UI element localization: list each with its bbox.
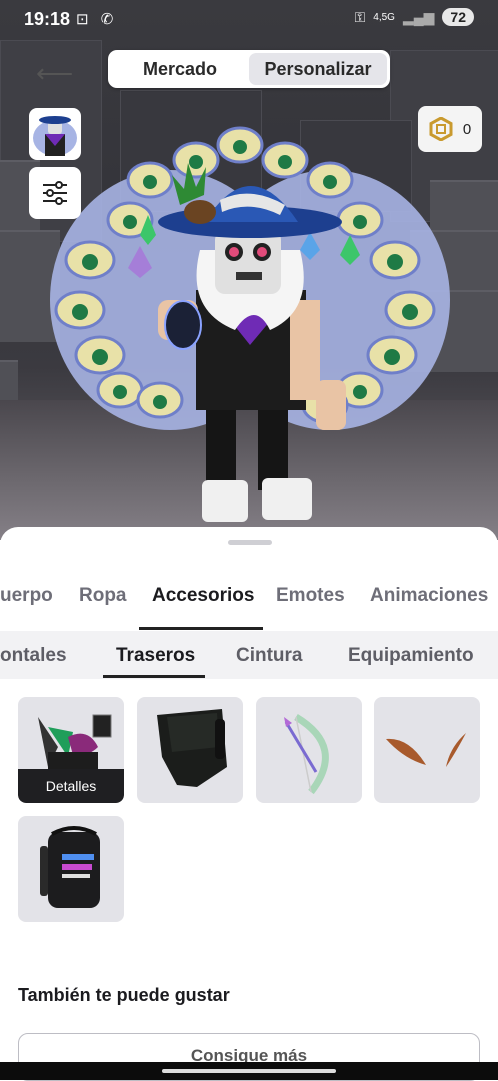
active-tab-indicator [139, 627, 263, 630]
market-customize-toggle[interactable]: Mercado Personalizar [108, 50, 390, 88]
robux-icon [429, 117, 453, 141]
robux-balance-button[interactable]: 0 [418, 106, 482, 152]
avatar-thumbnail-button[interactable] [29, 108, 81, 160]
recommend-title: También te puede gustar [18, 985, 230, 1005]
tab-accessories[interactable]: Accesorios [152, 585, 254, 607]
subtab-gear[interactable]: Equipamiento [348, 645, 474, 667]
bow-icon [284, 713, 329, 795]
battery-indicator: 72 [442, 8, 474, 26]
signal-icon: ▂▄▆ [402, 8, 435, 25]
subtab-front[interactable]: ontales [0, 645, 67, 667]
sheet-grabber[interactable] [228, 540, 272, 545]
tab-customize[interactable]: Personalizar [249, 53, 387, 85]
robux-balance: 0 [462, 120, 472, 138]
back-arrow-icon[interactable]: ⟵ [36, 58, 73, 89]
category-tabs: uerpo Ropa Accesorios Emotes Animaciones [0, 581, 498, 631]
subtab-waist[interactable]: Cintura [236, 645, 303, 667]
sliders-icon [43, 181, 67, 205]
accessory-item[interactable] [137, 697, 243, 803]
avatar-scene[interactable]: 19:18 ⊡ ✆ ⚿ 4,5G ▂▄▆ 72 ⟵ Mercado Person… [0, 0, 498, 540]
status-bar: 19:18 ⊡ ✆ ⚿ 4,5G ▂▄▆ 72 [0, 0, 498, 38]
details-button[interactable]: Detalles [18, 769, 124, 803]
active-subtab-indicator [103, 675, 205, 678]
bronze-wings-icon [386, 733, 466, 767]
home-indicator[interactable] [162, 1069, 336, 1073]
avatar-thumbnail-icon [33, 116, 77, 156]
tab-animations[interactable]: Animaciones [370, 585, 488, 607]
filter-button[interactable] [29, 167, 81, 219]
network-label: 4,5G [373, 11, 395, 23]
notification-icons: ⊡ ✆ [76, 11, 118, 28]
customize-sheet: uerpo Ropa Accesorios Emotes Animaciones… [0, 527, 498, 1081]
build-backpack-icon [40, 826, 100, 908]
subcategory-tabs: ontales Traseros Cintura Equipamiento [0, 631, 498, 679]
tab-market[interactable]: Mercado [111, 53, 249, 85]
tab-clothing[interactable]: Ropa [79, 585, 127, 607]
vpn-key-icon: ⚿ [354, 8, 366, 25]
accessory-item[interactable]: Detalles [18, 697, 124, 803]
accessory-item[interactable] [256, 697, 362, 803]
status-time: 19:18 [24, 9, 71, 29]
subtab-back[interactable]: Traseros [116, 645, 195, 667]
tab-body[interactable]: uerpo [0, 585, 53, 607]
dark-backpack-icon [157, 709, 227, 787]
system-nav-bar [0, 1062, 498, 1080]
accessory-item[interactable] [374, 697, 480, 803]
tab-emotes[interactable]: Emotes [276, 585, 345, 607]
accessory-item[interactable] [18, 816, 124, 922]
